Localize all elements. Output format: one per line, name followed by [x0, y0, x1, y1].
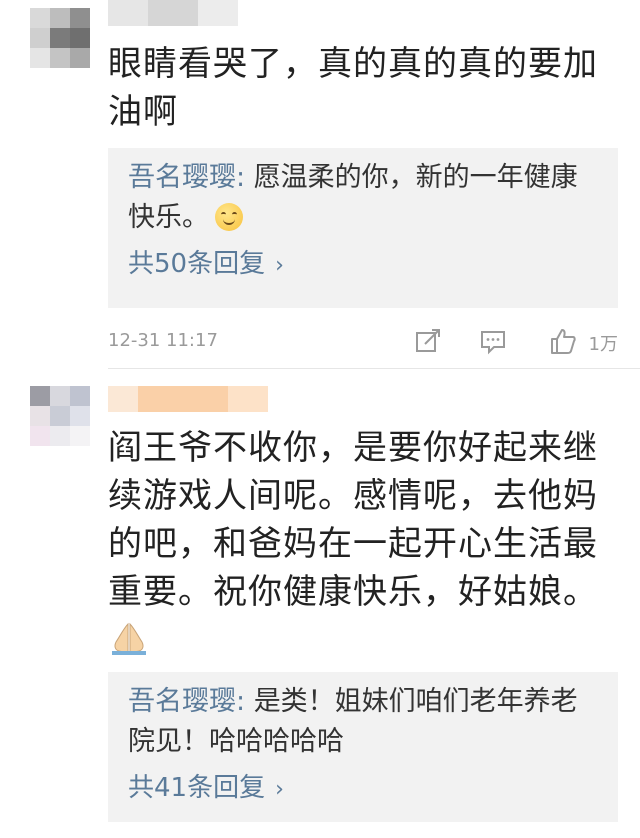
- smiling-face-icon: [215, 203, 243, 231]
- view-replies-link[interactable]: 共50条回复 ›: [128, 244, 598, 286]
- share-icon[interactable]: [413, 326, 443, 356]
- comment-time: 12-31 11:17: [108, 330, 218, 351]
- like-count: 1万: [588, 334, 618, 355]
- avatar[interactable]: [30, 8, 90, 68]
- reply-preview[interactable]: 吾名璎璎: 是类！姐妹们咱们老年养老院见！哈哈哈哈哈 共41条回复 ›: [108, 672, 618, 822]
- avatar[interactable]: [30, 386, 90, 446]
- reply-text-block: 吾名璎璎: 愿温柔的你，新的一年健康快乐。: [128, 158, 598, 238]
- comment-item: 眼睛看哭了，真的真的真的要加油啊 吾名璎璎: 愿温柔的你，新的一年健康快乐。 共…: [0, 0, 640, 368]
- comment-text: 阎王爷不收你，是要你好起来继续游戏人间呢。感情呢，去他妈的吧，和爸妈在一起开心生…: [108, 428, 598, 612]
- chevron-right-icon: ›: [275, 777, 284, 802]
- folded-hands-icon: [112, 622, 146, 655]
- view-replies-link[interactable]: 共41条回复 ›: [128, 768, 598, 810]
- comment-meta: 12-31 11:17 1万: [108, 326, 618, 356]
- reply-separator: :: [236, 686, 254, 717]
- view-replies-label: 共41条回复: [128, 773, 266, 803]
- comment-text: 眼睛看哭了，真的真的真的要加油啊: [108, 44, 598, 132]
- username[interactable]: [108, 386, 268, 412]
- comment-item: 阎王爷不收你，是要你好起来继续游戏人间呢。感情呢，去他妈的吧，和爸妈在一起开心生…: [0, 372, 640, 838]
- reply-text-block: 吾名璎璎: 是类！姐妹们咱们老年养老院见！哈哈哈哈哈: [128, 682, 598, 762]
- reply-author[interactable]: 吾名璎璎: [128, 686, 236, 717]
- comment-icon[interactable]: [478, 326, 508, 356]
- chevron-right-icon: ›: [275, 253, 284, 278]
- reply-preview[interactable]: 吾名璎璎: 愿温柔的你，新的一年健康快乐。 共50条回复 ›: [108, 148, 618, 308]
- view-replies-label: 共50条回复: [128, 249, 266, 279]
- reply-author[interactable]: 吾名璎璎: [128, 162, 236, 193]
- reply-separator: :: [236, 162, 254, 193]
- like-icon[interactable]: [548, 326, 578, 356]
- comment-divider: [108, 368, 640, 369]
- username[interactable]: [108, 0, 238, 26]
